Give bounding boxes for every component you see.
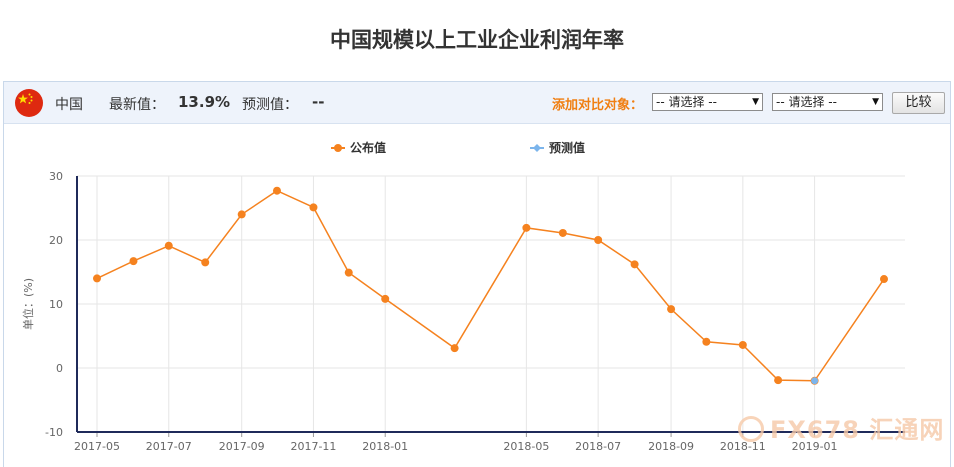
data-point xyxy=(558,228,567,237)
legend-marker xyxy=(533,144,541,152)
data-point xyxy=(774,376,783,385)
y-axis-label: 单位：(%) xyxy=(21,278,35,330)
data-point xyxy=(811,377,819,385)
data-point xyxy=(381,294,390,303)
watermark: FX678 汇通网 xyxy=(738,410,944,445)
y-tick-label: 0 xyxy=(56,362,63,375)
data-point xyxy=(93,274,101,283)
data-point xyxy=(702,337,711,346)
data-point xyxy=(237,210,246,219)
legend-label: 预测值 xyxy=(549,140,585,155)
data-point xyxy=(164,241,173,250)
x-tick-label: 2018-09 xyxy=(648,440,694,453)
legend-marker xyxy=(334,144,342,152)
y-tick-label: 30 xyxy=(49,170,63,183)
watermark-logo-icon xyxy=(738,416,764,442)
data-point xyxy=(522,223,531,232)
data-point xyxy=(129,257,138,266)
y-tick-label: -10 xyxy=(45,426,63,439)
data-point xyxy=(880,275,888,284)
data-point xyxy=(594,236,603,244)
data-point xyxy=(309,203,318,212)
line-chart: -10 0 10 20 30 2017-05 2017-07 2017-09 2017-11 20… xyxy=(21,140,905,453)
x-tick-label: 2017-09 xyxy=(219,440,265,453)
data-point xyxy=(738,340,747,349)
data-point xyxy=(630,260,639,269)
data-point xyxy=(272,186,281,195)
data-point xyxy=(450,344,459,353)
x-tick-label: 2017-11 xyxy=(290,440,336,453)
data-point xyxy=(667,305,676,314)
y-tick-label: 20 xyxy=(49,234,63,247)
data-point xyxy=(201,258,210,267)
x-tick-label: 2017-07 xyxy=(146,440,192,453)
legend-label: 公布值 xyxy=(350,140,386,155)
x-tick-label: 2018-05 xyxy=(503,440,549,453)
x-tick-label: 2018-01 xyxy=(362,440,408,453)
x-tick-label: 2017-05 xyxy=(74,440,120,453)
data-point xyxy=(344,268,353,277)
watermark-text: FX678 汇通网 xyxy=(770,416,945,444)
y-tick-label: 10 xyxy=(49,298,63,311)
series-line-0 xyxy=(96,189,885,382)
x-tick-label: 2018-07 xyxy=(575,440,621,453)
